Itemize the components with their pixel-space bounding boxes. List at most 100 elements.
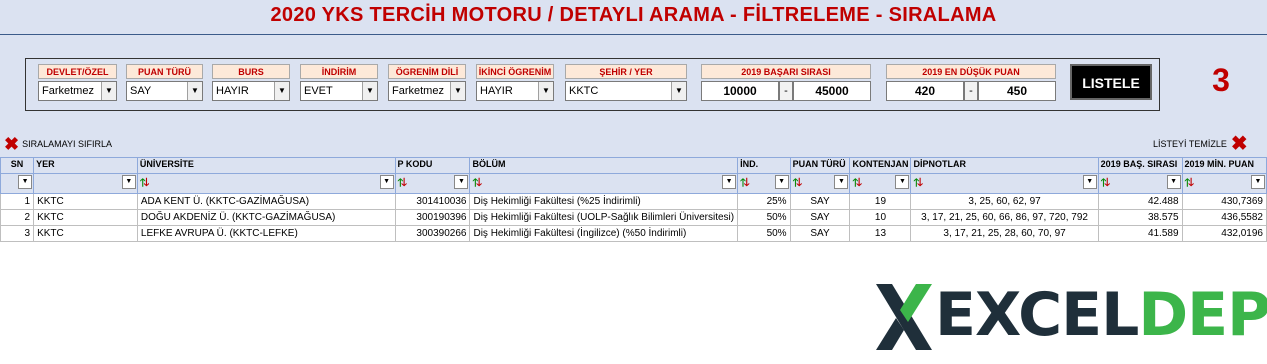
table-row[interactable]: 2 KKTC DOĞU AKDENİZ Ü. (KKTC-GAZİMAĞUSA)… — [0, 209, 1267, 226]
cell-dipnotlar: 3, 25, 60, 62, 97 — [910, 193, 1099, 210]
filter-dropdown-icon[interactable]: ▼ — [1082, 175, 1097, 189]
filter-dropdown-icon[interactable]: ▼ — [454, 175, 469, 189]
filter-label-ikinci-ogrenim: İKİNCİ ÖGRENİM — [476, 64, 554, 79]
filter-value: SAY — [130, 85, 152, 97]
chevron-down-icon[interactable]: ▼ — [101, 82, 116, 100]
list-button[interactable]: LISTELE — [1070, 64, 1152, 100]
cell-kontenjan: 19 — [849, 193, 912, 210]
header-row: SN YER ÜNİVERSİTE P KODU BÖLÜM İND. PUAN… — [0, 157, 1267, 174]
chevron-down-icon[interactable]: ▼ — [362, 82, 377, 100]
filter-dropdown-icon[interactable]: ▼ — [121, 175, 136, 189]
logo-part2: DEPO — [1138, 280, 1267, 350]
rank-separator: - — [779, 81, 793, 101]
cell-puan-turu: SAY — [789, 209, 851, 226]
chevron-down-icon[interactable]: ▼ — [671, 82, 686, 100]
table-row[interactable]: 3 KKTC LEFKE AVRUPA Ü. (KKTC-LEFKE) 3003… — [0, 225, 1267, 242]
filter-cell-basari-sirasi: 🡑🡓 ▼ — [1097, 173, 1183, 194]
clear-list-button[interactable]: LİSTEYİ TEMİZLE ✖ — [1153, 133, 1248, 155]
sort-icon[interactable]: 🡑🡓 — [472, 177, 481, 189]
cell-universite: LEFKE AVRUPA Ü. (KKTC-LEFKE) — [136, 225, 396, 242]
cell-bolum: Diş Hekimliği Fakültesi (%25 İndirimli) — [469, 193, 739, 210]
logo-part1: EXCEL — [935, 280, 1139, 350]
cell-p-kodu: 301410036 — [394, 193, 471, 210]
filter-select-burs[interactable]: HAYIR ▼ — [212, 81, 290, 101]
filter-label-burs: BURS — [212, 64, 290, 79]
filter-value: Farketmez — [392, 85, 444, 97]
filter-cell-indirim: 🡑🡓 ▼ — [737, 173, 791, 194]
cell-indirim: 25% — [737, 193, 791, 210]
filter-label-puan-turu: PUAN TÜRÜ — [126, 64, 203, 79]
control-row: ▼ ▼ 🡑🡓 ▼ 🡑🡓 ▼ 🡑🡓 ▼ 🡑🡓 ▼ 🡑🡓 ▼ 🡑🡓 ▼ 🡑🡓 ▼ 🡑🡓 ▼ 🡑🡓 ▼ — [0, 173, 1267, 194]
reset-sort-label: SIRALAMAYI SIFIRLA — [22, 139, 112, 149]
filter-cell-kontenjan: 🡑🡓 ▼ — [849, 173, 912, 194]
cell-sn: 3 — [0, 225, 35, 242]
filter-label-ogrenim-dili: ÖGRENİM DİLİ — [388, 64, 466, 79]
column-header-kontenjan: KONTENJAN — [849, 157, 912, 174]
column-header-bolum: BÖLÜM — [469, 157, 739, 174]
chevron-down-icon[interactable]: ▼ — [450, 82, 465, 100]
filter-dropdown-icon[interactable]: ▼ — [895, 175, 910, 189]
cell-basari-sirasi: 42.488 — [1097, 193, 1183, 210]
result-count: 3 — [1212, 62, 1230, 98]
column-header-sn: SN — [0, 157, 35, 174]
filter-value: Farketmez — [42, 85, 94, 97]
filter-cell-sn: ▼ — [0, 173, 35, 194]
filter-value: HAYIR — [216, 85, 249, 97]
chevron-down-icon[interactable]: ▼ — [538, 82, 553, 100]
close-icon: ✖ — [1230, 133, 1248, 155]
page-title: 2020 YKS TERCİH MOTORU / DETAYLI ARAMA -… — [270, 4, 997, 26]
filter-cell-min-puan: 🡑🡓 ▼ — [1181, 173, 1267, 194]
sort-icon[interactable]: 🡑🡓 — [1101, 177, 1110, 189]
filter-label-en-dusuk-puan: 2019 EN DÜŞÜK PUAN — [886, 64, 1056, 79]
score-max-input[interactable]: 450 — [978, 81, 1056, 101]
column-header-dipnotlar: DİPNOTLAR — [910, 157, 1099, 174]
column-header-universite: ÜNİVERSİTE — [136, 157, 396, 174]
filter-select-ogrenim-dili[interactable]: Farketmez ▼ — [388, 81, 466, 101]
clear-list-label: LİSTEYİ TEMİZLE — [1153, 139, 1227, 149]
sort-icon[interactable]: 🡑🡓 — [852, 177, 861, 189]
filter-dropdown-icon[interactable]: ▼ — [774, 175, 789, 189]
excel-depo-logo: EXCELDEPO — [935, 280, 1267, 350]
cell-basari-sirasi: 38.575 — [1097, 209, 1183, 226]
filter-label-indirim: İNDİRİM — [300, 64, 378, 79]
column-header-basari-sirasi: 2019 BAŞ. SIRASI — [1097, 157, 1183, 174]
filter-value: KKTC — [569, 85, 599, 97]
filter-dropdown-icon[interactable]: ▼ — [722, 175, 737, 189]
cell-sn: 2 — [0, 209, 35, 226]
sort-icon[interactable]: 🡑🡓 — [740, 177, 749, 189]
chevron-down-icon[interactable]: ▼ — [274, 82, 289, 100]
column-header-p-kodu: P KODU — [394, 157, 471, 174]
filter-select-devlet-ozel[interactable]: Farketmez ▼ — [38, 81, 117, 101]
filter-select-sehir-yer[interactable]: KKTC ▼ — [565, 81, 687, 101]
sort-icon[interactable]: 🡑🡓 — [1185, 177, 1194, 189]
cell-yer: KKTC — [33, 193, 138, 210]
filter-select-indirim[interactable]: EVET ▼ — [300, 81, 378, 101]
sort-icon[interactable]: 🡑🡓 — [913, 177, 922, 189]
cell-sn: 1 — [0, 193, 35, 210]
filter-dropdown-icon[interactable]: ▼ — [18, 175, 33, 189]
filter-dropdown-icon[interactable]: ▼ — [834, 175, 849, 189]
cell-min-puan: 430,7369 — [1181, 193, 1267, 210]
sort-icon[interactable]: 🡑🡓 — [140, 177, 149, 189]
filter-dropdown-icon[interactable]: ▼ — [379, 175, 394, 189]
sort-icon[interactable]: 🡑🡓 — [793, 177, 802, 189]
filter-dropdown-icon[interactable]: ▼ — [1166, 175, 1181, 189]
column-header-puan-turu: PUAN TÜRÜ — [789, 157, 851, 174]
filter-dropdown-icon[interactable]: ▼ — [1251, 175, 1265, 189]
sort-icon[interactable]: 🡑🡓 — [398, 177, 407, 189]
filter-select-ikinci-ogrenim[interactable]: HAYIR ▼ — [476, 81, 554, 101]
cell-universite: ADA KENT Ü. (KKTC-GAZİMAĞUSA) — [136, 193, 396, 210]
filter-cell-universite: 🡑🡓 ▼ — [136, 173, 396, 194]
cell-min-puan: 436,5582 — [1181, 209, 1267, 226]
cell-basari-sirasi: 41.589 — [1097, 225, 1183, 242]
reset-sort-button[interactable]: ✖ SIRALAMAYI SIFIRLA — [4, 135, 112, 153]
cell-indirim: 50% — [737, 209, 791, 226]
filter-select-puan-turu[interactable]: SAY ▼ — [126, 81, 203, 101]
rank-max-input[interactable]: 45000 — [793, 81, 871, 101]
chevron-down-icon[interactable]: ▼ — [187, 82, 202, 100]
rank-min-input[interactable]: 10000 — [701, 81, 779, 101]
filter-cell-puan-turu: 🡑🡓 ▼ — [789, 173, 851, 194]
score-min-input[interactable]: 420 — [886, 81, 964, 101]
filter-cell-yer: ▼ — [33, 173, 138, 194]
table-row[interactable]: 1 KKTC ADA KENT Ü. (KKTC-GAZİMAĞUSA) 301… — [0, 193, 1267, 210]
